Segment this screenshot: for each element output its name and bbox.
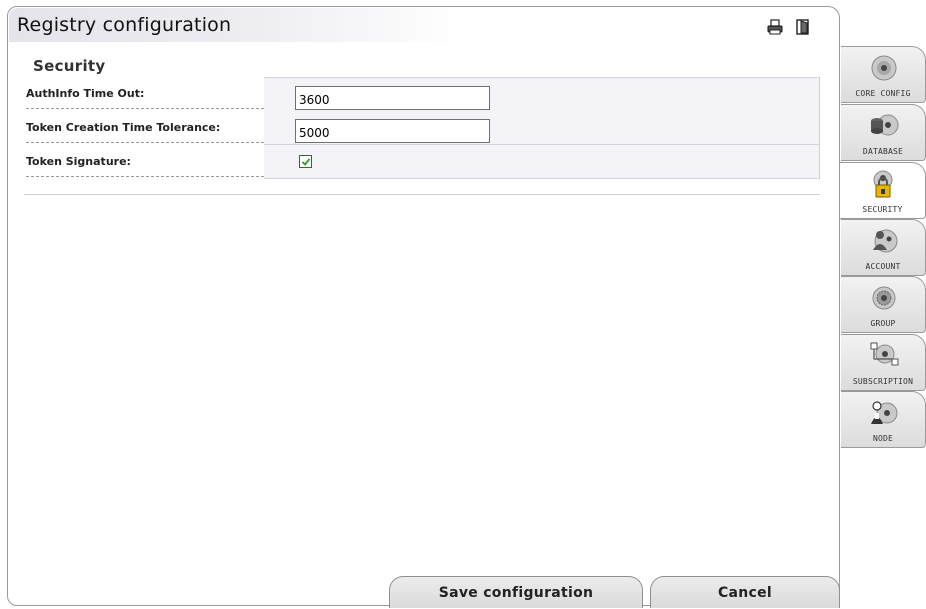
tab-core-config[interactable]: CORE CONFIG: [841, 46, 926, 103]
core-config-icon: [869, 53, 899, 83]
field-cell: [264, 145, 820, 179]
tab-node[interactable]: NODE: [841, 391, 926, 448]
tab-label: SECURITY: [862, 205, 903, 214]
authinfo-timeout-label: AuthInfo Time Out:: [26, 87, 264, 109]
form-row-authinfo-timeout: AuthInfo Time Out:: [24, 77, 820, 112]
group-icon: [869, 283, 899, 313]
field-cell: [264, 77, 820, 112]
node-icon: [869, 398, 899, 428]
window-title: Registry configuration: [17, 14, 232, 36]
tab-security[interactable]: SECURITY: [840, 162, 926, 219]
tab-label: DATABASE: [862, 147, 904, 156]
tab-label: CORE CONFIG: [855, 89, 911, 98]
exit-icon[interactable]: [795, 19, 811, 35]
token-signature-label: Token Signature:: [26, 155, 264, 177]
form-divider: [24, 194, 820, 195]
token-signature-checkbox[interactable]: [299, 155, 312, 168]
tab-label: GROUP: [870, 319, 896, 328]
authinfo-timeout-input[interactable]: [295, 86, 490, 110]
title-bar: Registry configuration: [9, 8, 838, 42]
token-tolerance-input[interactable]: [295, 119, 490, 143]
database-icon: [869, 111, 899, 141]
form-row-token-signature: Token Signature:: [24, 145, 820, 179]
checkmark-icon: [301, 158, 311, 166]
account-icon: [869, 226, 899, 256]
subscription-icon: [869, 341, 899, 371]
tab-group[interactable]: GROUP: [841, 276, 926, 333]
tab-label: NODE: [872, 434, 894, 443]
tab-label: SUBSCRIPTION: [852, 377, 914, 386]
field-cell: [264, 111, 820, 145]
section-title: Security: [33, 57, 106, 75]
form-row-token-tolerance: Token Creation Time Tolerance:: [24, 111, 820, 145]
tab-account[interactable]: ACCOUNT: [841, 219, 926, 276]
security-lock-icon: [868, 169, 898, 199]
tab-subscription[interactable]: SUBSCRIPTION: [841, 334, 926, 391]
token-tolerance-label: Token Creation Time Tolerance:: [26, 121, 264, 143]
tab-label: ACCOUNT: [865, 262, 901, 271]
save-configuration-button[interactable]: Save configuration: [389, 576, 643, 608]
tab-database[interactable]: DATABASE: [841, 104, 926, 161]
print-icon[interactable]: [767, 19, 783, 35]
security-form: AuthInfo Time Out: Token Creation Time T…: [24, 77, 820, 179]
cancel-button[interactable]: Cancel: [650, 576, 840, 608]
